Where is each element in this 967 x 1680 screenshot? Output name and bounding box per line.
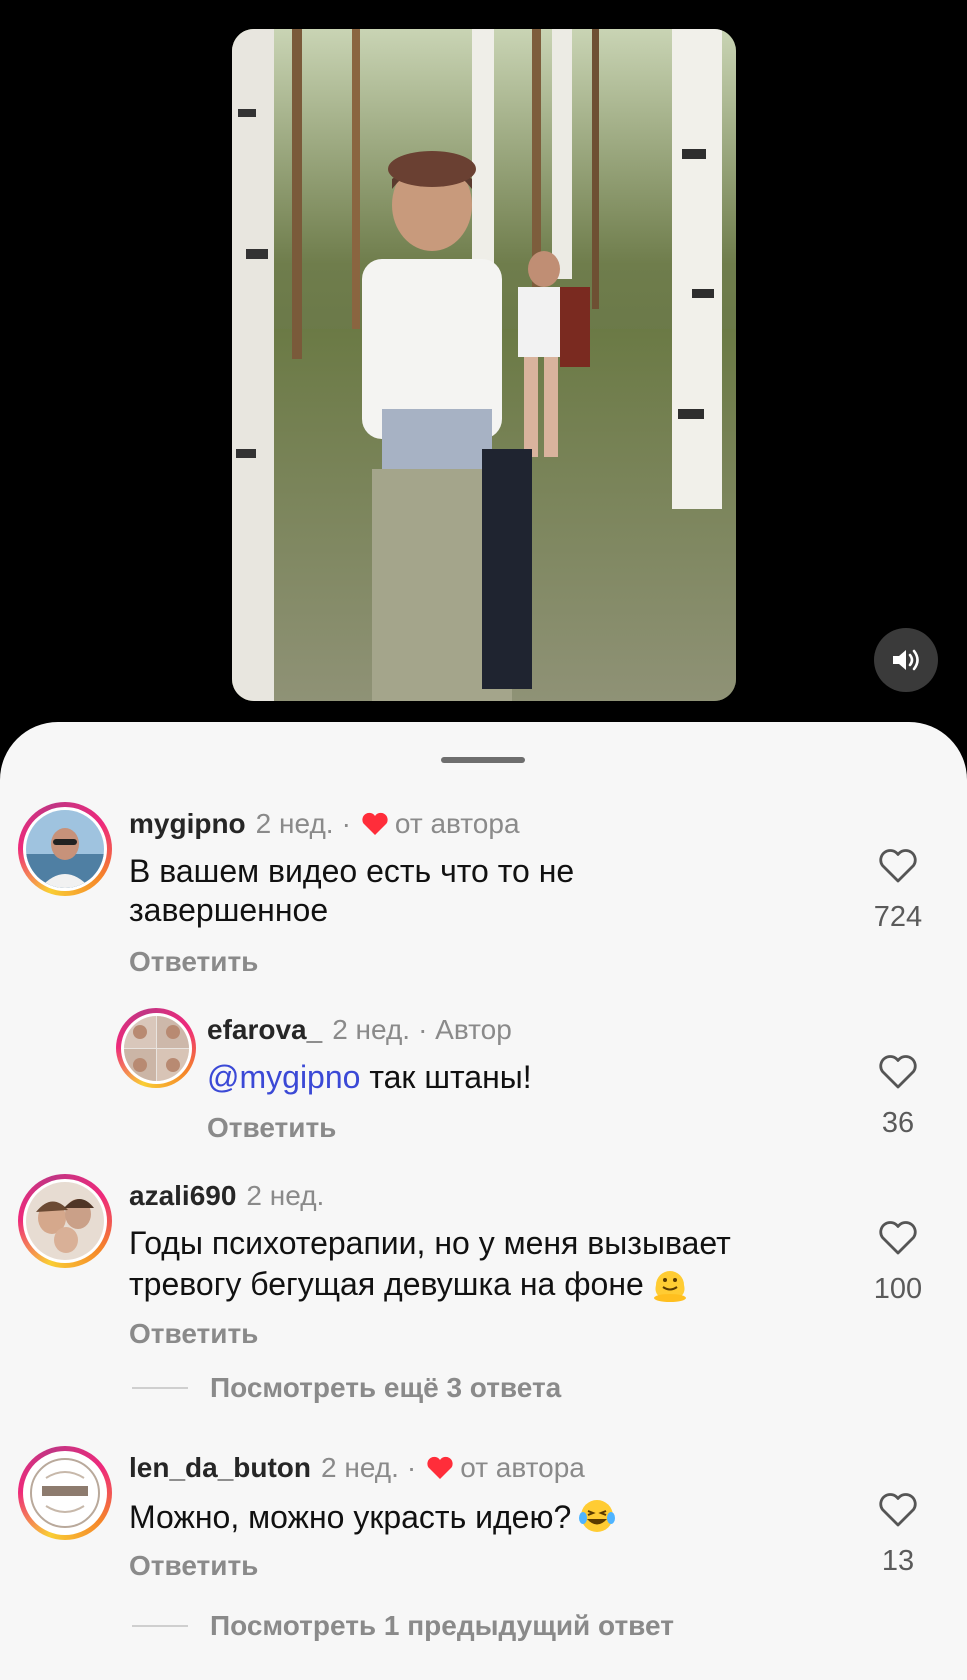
comment-meta: efarova_ 2 нед. · Автор — [207, 1014, 512, 1046]
avatar[interactable] — [18, 1174, 112, 1268]
comment-text: Годы психотерапии, но у меня вызывает тр… — [129, 1224, 809, 1304]
heart-outline-icon[interactable] — [878, 1054, 918, 1090]
author-liked-badge: от автора — [394, 808, 520, 839]
speaker-on-icon — [893, 649, 919, 671]
video-area — [0, 0, 967, 740]
view-previous-reply-label: Посмотреть 1 предыдущий ответ — [210, 1610, 674, 1641]
view-more-replies-button[interactable]: Посмотреть ещё 3 ответа — [132, 1372, 561, 1404]
heart-outline-icon[interactable] — [878, 1492, 918, 1528]
heart-outline-icon[interactable] — [878, 848, 918, 884]
comment-username[interactable]: azali690 — [129, 1180, 236, 1212]
comment-text-rest: так штаны! — [360, 1059, 532, 1095]
comment-meta: azali690 2 нед. — [129, 1180, 324, 1212]
liked-by-author-heart-icon — [427, 1456, 453, 1479]
sound-toggle-button[interactable] — [874, 628, 938, 692]
reply-button[interactable]: Ответить — [129, 1550, 258, 1582]
liked-by-author-heart-icon — [362, 812, 388, 835]
comment-username[interactable]: len_da_buton — [129, 1452, 311, 1484]
comment-time: 2 нед. — [321, 1452, 399, 1483]
like-count: 36 — [881, 1107, 915, 1139]
comment-meta: len_da_buton 2 нед. · от автора — [129, 1452, 585, 1484]
comment-time: 2 нед. — [246, 1180, 325, 1211]
comments-sheet: mygipno 2 нед. · от автора В вашем видео… — [0, 722, 967, 1680]
like-control: 13 — [853, 1492, 943, 1578]
comment-text-content: Можно, можно украсть идею? — [129, 1499, 572, 1535]
like-count: 724 — [873, 901, 923, 933]
comment-time: 2 нед. — [332, 1014, 411, 1045]
laughing-tears-emoji-icon — [579, 1500, 616, 1532]
comment-meta: mygipno 2 нед. · от автора — [129, 808, 520, 840]
video-player[interactable] — [232, 29, 736, 701]
melting-face-emoji-icon — [653, 1271, 686, 1302]
like-control: 100 — [853, 1220, 943, 1306]
reply-button[interactable]: Ответить — [207, 1112, 336, 1144]
like-control: 36 — [853, 1054, 943, 1140]
avatar[interactable] — [18, 802, 112, 896]
comment-text-content: Годы психотерапии, но у меня вызывает тр… — [129, 1225, 731, 1302]
avatar-photo — [26, 810, 104, 888]
thread-line — [132, 1387, 188, 1389]
sheet-grabber[interactable] — [441, 757, 525, 763]
avatar-photo — [26, 1182, 104, 1260]
heart-outline-icon[interactable] — [878, 1220, 918, 1256]
avatar[interactable] — [116, 1008, 196, 1088]
avatar[interactable] — [18, 1446, 112, 1540]
reply-button[interactable]: Ответить — [129, 946, 258, 978]
thread-line — [132, 1625, 188, 1627]
like-count: 100 — [873, 1273, 923, 1305]
meta-separator: · — [341, 808, 351, 839]
view-more-replies-label: Посмотреть ещё 3 ответа — [210, 1372, 562, 1403]
meta-separator: · — [406, 1452, 417, 1483]
like-count: 13 — [881, 1545, 915, 1577]
comment-username[interactable]: efarova_ — [207, 1014, 322, 1046]
author-badge: · Автор — [418, 1014, 512, 1045]
comment-username[interactable]: mygipno — [129, 808, 246, 840]
comment-text: В вашем видео есть что то не завершенное — [129, 853, 575, 928]
reply-button[interactable]: Ответить — [129, 1318, 258, 1350]
view-previous-reply-button[interactable]: Посмотреть 1 предыдущий ответ — [132, 1610, 674, 1642]
comment-text: Можно, можно украсть идею? — [129, 1496, 809, 1537]
avatar-logo — [26, 1454, 104, 1532]
mention-link[interactable]: @mygipno — [207, 1059, 360, 1095]
avatar-photo — [123, 1015, 189, 1081]
comment-time: 2 нед. — [255, 808, 334, 839]
author-liked-badge: от автора — [460, 1452, 585, 1483]
comment-text: @mygipno так штаны! — [207, 1058, 767, 1097]
video-frame-image — [232, 29, 736, 701]
like-control: 724 — [853, 848, 943, 934]
